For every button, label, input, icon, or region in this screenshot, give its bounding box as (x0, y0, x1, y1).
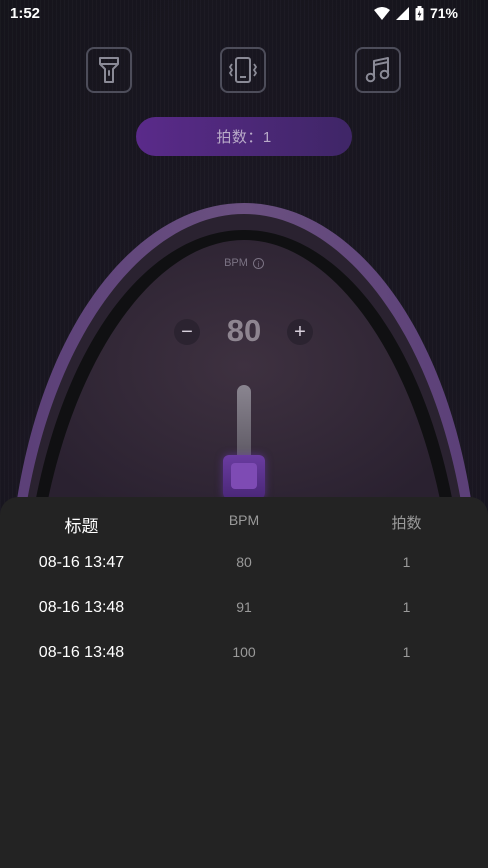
bpm-value: 80 (226, 313, 262, 348)
slider-grip (231, 463, 257, 489)
preset-row[interactable]: 08-16 13:48 100 1 (0, 633, 488, 678)
info-icon[interactable]: i (252, 257, 264, 269)
preset-row[interactable]: 08-16 13:48 91 1 (0, 588, 488, 633)
preset-beats: 1 (402, 554, 411, 570)
metronome-screen: 1:52 71% 拍数：1 BPM i − 80 + 标题 BPM 拍数 08-… (0, 0, 488, 868)
increase-bpm-button[interactable]: + (287, 319, 313, 345)
presets-header: 标题 BPM 拍数 (0, 497, 488, 543)
preset-bpm: 100 (232, 644, 256, 660)
preset-row[interactable]: 08-16 13:47 80 1 (0, 543, 488, 588)
preset-bpm: 80 (236, 554, 252, 570)
preset-title: 08-16 13:48 (38, 599, 125, 616)
tempo-slider-track[interactable] (237, 385, 251, 465)
preset-title: 08-16 13:48 (38, 644, 125, 661)
column-header-beats: 拍数 (391, 515, 422, 532)
presets-sheet: 标题 BPM 拍数 08-16 13:47 80 1 08-16 13:48 9… (0, 497, 488, 868)
column-header-bpm: BPM (228, 512, 260, 528)
decrease-bpm-button[interactable]: − (174, 319, 200, 345)
minus-icon: − (181, 321, 193, 343)
bpm-caption: BPM i (0, 257, 488, 269)
plus-icon: + (294, 321, 306, 343)
preset-beats: 1 (402, 644, 411, 660)
bpm-caption-text: BPM (224, 257, 248, 269)
preset-beats: 1 (402, 599, 411, 615)
preset-bpm: 91 (236, 599, 252, 615)
tempo-slider-handle[interactable] (223, 455, 265, 499)
preset-title: 08-16 13:47 (38, 554, 125, 571)
column-header-title: 标题 (64, 517, 99, 536)
